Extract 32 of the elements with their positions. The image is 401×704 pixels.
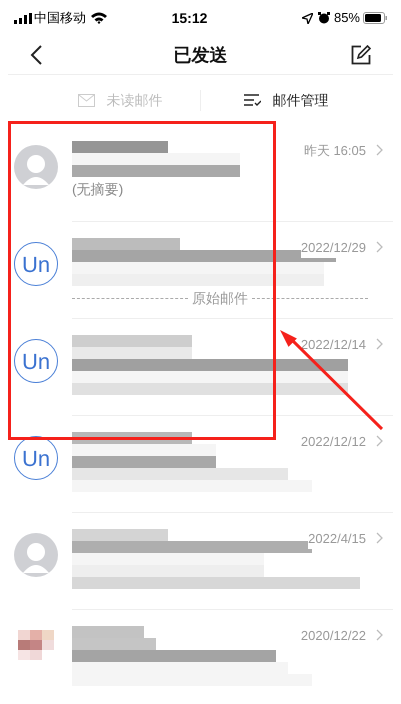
chevron-icon	[376, 241, 383, 253]
mail-snippet: (无摘要)	[72, 180, 124, 199]
mail-row[interactable]: (无摘要) 昨天 16:05	[0, 125, 401, 222]
clock-time: 15:12	[172, 8, 208, 28]
chevron-icon	[376, 338, 383, 350]
page-title: 已发送	[172, 44, 228, 66]
wifi-icon	[91, 12, 107, 24]
compose-button[interactable]	[351, 45, 371, 65]
avatar-icon	[14, 533, 58, 577]
battery-icon	[363, 12, 387, 24]
mail-row[interactable]: Un 2022/12/12	[0, 416, 401, 513]
avatar: Un	[14, 436, 58, 480]
avatar: Un	[14, 339, 58, 383]
avatar-icon	[14, 145, 58, 189]
carrier-name: 中国移动	[34, 9, 86, 28]
avatar: Un	[14, 242, 58, 286]
divider-label: 原始邮件	[192, 289, 248, 308]
mail-row[interactable]: Un 原始邮件 2022/12/29	[0, 222, 401, 319]
list-check-icon	[244, 94, 260, 106]
mail-row[interactable]: 2020/12/22	[0, 610, 401, 704]
mail-row[interactable]: 2022/4/15	[0, 513, 401, 610]
mail-manage-tab[interactable]: 邮件管理	[244, 90, 328, 110]
chevron-icon	[376, 532, 383, 544]
chevron-icon	[376, 629, 383, 641]
location-icon	[302, 12, 313, 24]
signal-icon	[14, 12, 32, 24]
battery-percent: 85%	[334, 9, 360, 28]
mail-row[interactable]: Un 2022/12/14	[0, 319, 401, 416]
alarm-icon	[318, 12, 330, 24]
chevron-icon	[376, 435, 383, 447]
mail-icon	[78, 94, 94, 106]
chevron-icon	[376, 144, 383, 156]
